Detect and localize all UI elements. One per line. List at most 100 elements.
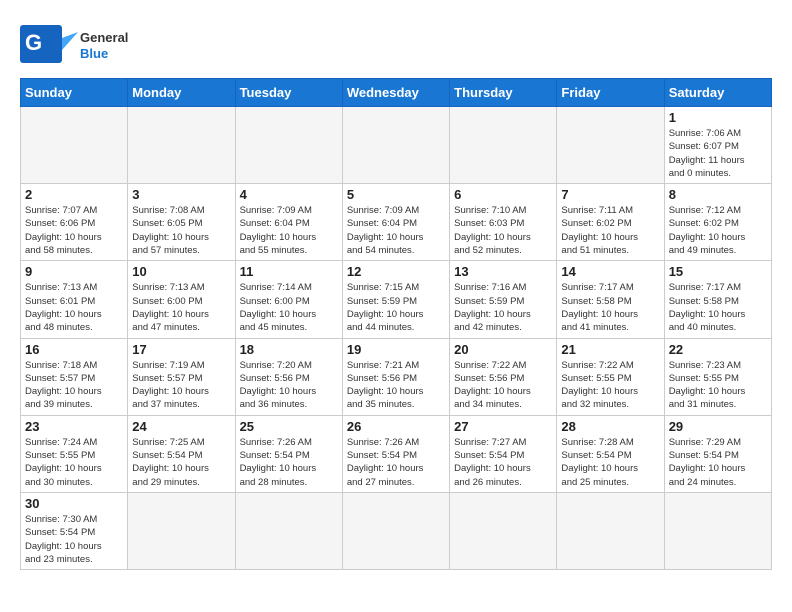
day-number: 6 <box>454 187 552 202</box>
day-number: 7 <box>561 187 659 202</box>
day-number: 30 <box>25 496 123 511</box>
logo-svg: G General Blue <box>20 20 130 70</box>
day-info: Sunrise: 7:15 AM Sunset: 5:59 PM Dayligh… <box>347 281 445 334</box>
day-number: 18 <box>240 342 338 357</box>
calendar-cell <box>128 492 235 569</box>
calendar-cell: 25 Sunrise: 7:26 AM Sunset: 5:54 PM Dayli… <box>235 415 342 492</box>
calendar-cell <box>235 492 342 569</box>
calendar-cell: 17Sunrise: 7:19 AM Sunset: 5:57 PM Dayli… <box>128 338 235 415</box>
day-info: Sunrise: 7:10 AM Sunset: 6:03 PM Dayligh… <box>454 204 552 257</box>
calendar-week-row: 30 Sunrise: 7:30 AM Sunset: 5:54 PM Dayli… <box>21 492 772 569</box>
day-info: Sunrise: 7:11 AM Sunset: 6:02 PM Dayligh… <box>561 204 659 257</box>
calendar-cell: 12 Sunrise: 7:15 AM Sunset: 5:59 PM Dayli… <box>342 261 449 338</box>
calendar-cell: 1 Sunrise: 7:06 AM Sunset: 6:07 PM Daylig… <box>664 107 771 184</box>
weekday-header-friday: Friday <box>557 79 664 107</box>
calendar-cell: 4Sunrise: 7:09 AM Sunset: 6:04 PM Daylig… <box>235 184 342 261</box>
calendar-cell <box>557 492 664 569</box>
day-number: 24 <box>132 419 230 434</box>
day-number: 29 <box>669 419 767 434</box>
logo-area: G General Blue <box>20 16 130 70</box>
calendar-cell: 6 Sunrise: 7:10 AM Sunset: 6:03 PM Daylig… <box>450 184 557 261</box>
weekday-header-saturday: Saturday <box>664 79 771 107</box>
calendar-cell: 10Sunrise: 7:13 AM Sunset: 6:00 PM Dayli… <box>128 261 235 338</box>
calendar-cell: 27Sunrise: 7:27 AM Sunset: 5:54 PM Dayli… <box>450 415 557 492</box>
svg-text:General: General <box>80 30 128 45</box>
day-info: Sunrise: 7:29 AM Sunset: 5:54 PM Dayligh… <box>669 436 767 489</box>
day-info: Sunrise: 7:14 AM Sunset: 6:00 PM Dayligh… <box>240 281 338 334</box>
day-info: Sunrise: 7:13 AM Sunset: 6:01 PM Dayligh… <box>25 281 123 334</box>
day-number: 22 <box>669 342 767 357</box>
day-info: Sunrise: 7:24 AM Sunset: 5:55 PM Dayligh… <box>25 436 123 489</box>
day-info: Sunrise: 7:19 AM Sunset: 5:57 PM Dayligh… <box>132 359 230 412</box>
calendar-cell: 15Sunrise: 7:17 AM Sunset: 5:58 PM Dayli… <box>664 261 771 338</box>
day-info: Sunrise: 7:13 AM Sunset: 6:00 PM Dayligh… <box>132 281 230 334</box>
day-number: 9 <box>25 264 123 279</box>
svg-text:G: G <box>25 30 42 55</box>
calendar-week-row: 2 Sunrise: 7:07 AM Sunset: 6:06 PM Daylig… <box>21 184 772 261</box>
day-number: 1 <box>669 110 767 125</box>
calendar-cell <box>664 492 771 569</box>
day-number: 13 <box>454 264 552 279</box>
day-number: 23 <box>25 419 123 434</box>
day-info: Sunrise: 7:07 AM Sunset: 6:06 PM Dayligh… <box>25 204 123 257</box>
calendar-cell: 26 Sunrise: 7:26 AM Sunset: 5:54 PM Dayli… <box>342 415 449 492</box>
calendar-cell: 3Sunrise: 7:08 AM Sunset: 6:05 PM Daylig… <box>128 184 235 261</box>
weekday-header-row: SundayMondayTuesdayWednesdayThursdayFrid… <box>21 79 772 107</box>
day-number: 25 <box>240 419 338 434</box>
day-number: 21 <box>561 342 659 357</box>
calendar-cell: 2 Sunrise: 7:07 AM Sunset: 6:06 PM Daylig… <box>21 184 128 261</box>
calendar-cell: 30 Sunrise: 7:30 AM Sunset: 5:54 PM Dayli… <box>21 492 128 569</box>
day-info: Sunrise: 7:28 AM Sunset: 5:54 PM Dayligh… <box>561 436 659 489</box>
day-number: 2 <box>25 187 123 202</box>
day-info: Sunrise: 7:09 AM Sunset: 6:04 PM Dayligh… <box>347 204 445 257</box>
weekday-header-wednesday: Wednesday <box>342 79 449 107</box>
day-info: Sunrise: 7:30 AM Sunset: 5:54 PM Dayligh… <box>25 513 123 566</box>
day-number: 11 <box>240 264 338 279</box>
calendar-cell: 13 Sunrise: 7:16 AM Sunset: 5:59 PM Dayli… <box>450 261 557 338</box>
calendar-week-row: 23 Sunrise: 7:24 AM Sunset: 5:55 PM Dayli… <box>21 415 772 492</box>
day-info: Sunrise: 7:22 AM Sunset: 5:55 PM Dayligh… <box>561 359 659 412</box>
day-info: Sunrise: 7:18 AM Sunset: 5:57 PM Dayligh… <box>25 359 123 412</box>
day-number: 14 <box>561 264 659 279</box>
day-info: Sunrise: 7:23 AM Sunset: 5:55 PM Dayligh… <box>669 359 767 412</box>
day-number: 12 <box>347 264 445 279</box>
day-number: 19 <box>347 342 445 357</box>
calendar-cell: 9 Sunrise: 7:13 AM Sunset: 6:01 PM Daylig… <box>21 261 128 338</box>
day-info: Sunrise: 7:17 AM Sunset: 5:58 PM Dayligh… <box>561 281 659 334</box>
day-info: Sunrise: 7:22 AM Sunset: 5:56 PM Dayligh… <box>454 359 552 412</box>
weekday-header-tuesday: Tuesday <box>235 79 342 107</box>
calendar-cell <box>557 107 664 184</box>
calendar-cell <box>342 107 449 184</box>
calendar-cell <box>21 107 128 184</box>
day-number: 8 <box>669 187 767 202</box>
calendar-cell: 7 Sunrise: 7:11 AM Sunset: 6:02 PM Daylig… <box>557 184 664 261</box>
header: G General Blue <box>20 16 772 70</box>
calendar-cell: 24 Sunrise: 7:25 AM Sunset: 5:54 PM Dayli… <box>128 415 235 492</box>
day-info: Sunrise: 7:26 AM Sunset: 5:54 PM Dayligh… <box>240 436 338 489</box>
calendar-cell: 5 Sunrise: 7:09 AM Sunset: 6:04 PM Daylig… <box>342 184 449 261</box>
calendar-cell <box>342 492 449 569</box>
day-info: Sunrise: 7:26 AM Sunset: 5:54 PM Dayligh… <box>347 436 445 489</box>
calendar-cell: 19 Sunrise: 7:21 AM Sunset: 5:56 PM Dayli… <box>342 338 449 415</box>
day-number: 26 <box>347 419 445 434</box>
day-number: 16 <box>25 342 123 357</box>
day-info: Sunrise: 7:16 AM Sunset: 5:59 PM Dayligh… <box>454 281 552 334</box>
calendar-cell <box>128 107 235 184</box>
day-info: Sunrise: 7:21 AM Sunset: 5:56 PM Dayligh… <box>347 359 445 412</box>
calendar-week-row: 9 Sunrise: 7:13 AM Sunset: 6:01 PM Daylig… <box>21 261 772 338</box>
day-info: Sunrise: 7:06 AM Sunset: 6:07 PM Dayligh… <box>669 127 767 180</box>
day-info: Sunrise: 7:25 AM Sunset: 5:54 PM Dayligh… <box>132 436 230 489</box>
day-number: 5 <box>347 187 445 202</box>
page: G General Blue SundayMondayTuesdayWednes… <box>0 0 792 586</box>
calendar-cell: 8Sunrise: 7:12 AM Sunset: 6:02 PM Daylig… <box>664 184 771 261</box>
day-info: Sunrise: 7:27 AM Sunset: 5:54 PM Dayligh… <box>454 436 552 489</box>
day-number: 15 <box>669 264 767 279</box>
weekday-header-thursday: Thursday <box>450 79 557 107</box>
calendar-cell: 16 Sunrise: 7:18 AM Sunset: 5:57 PM Dayli… <box>21 338 128 415</box>
calendar-cell <box>235 107 342 184</box>
day-info: Sunrise: 7:09 AM Sunset: 6:04 PM Dayligh… <box>240 204 338 257</box>
calendar-cell: 29 Sunrise: 7:29 AM Sunset: 5:54 PM Dayli… <box>664 415 771 492</box>
day-number: 28 <box>561 419 659 434</box>
day-number: 20 <box>454 342 552 357</box>
weekday-header-sunday: Sunday <box>21 79 128 107</box>
